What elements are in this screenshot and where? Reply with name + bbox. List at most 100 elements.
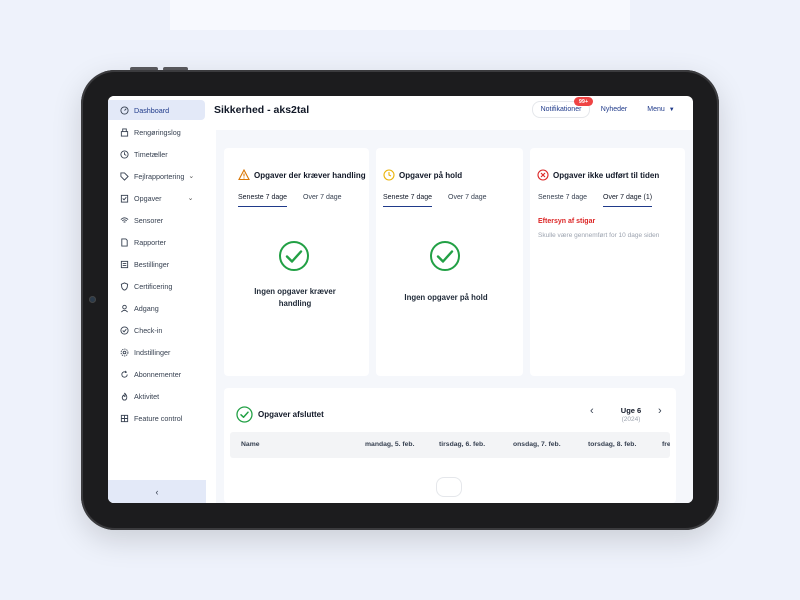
tab-last-7-days[interactable]: Seneste 7 dage — [238, 194, 288, 207]
sidebar-item-sensorer[interactable]: Sensorer — [108, 210, 205, 230]
list-icon — [120, 260, 129, 269]
menu-button[interactable]: Menu ▼ — [643, 101, 679, 118]
sidebar-item-label: Rengøringslog — [134, 127, 181, 137]
shield-icon — [120, 281, 129, 291]
table-header: Name mandag, 5. feb. tirsdag, 6. feb. on… — [230, 432, 670, 458]
empty-state-text: Ingen opgaver kræver handling — [254, 287, 336, 308]
card-tabs: Seneste 7 dage Over 7 dage — [383, 194, 503, 207]
check-circle-icon — [120, 325, 129, 335]
week-year: (2024) — [621, 416, 641, 423]
sidebar-item-label: Sensorer — [134, 215, 164, 225]
sidebar-item-label: Check-in — [134, 325, 163, 335]
tab-over-7-days[interactable]: Over 7 dage (1) — [603, 194, 653, 207]
card-on-hold: Opgaver på hold Seneste 7 dage Over 7 da… — [376, 148, 523, 376]
sidebar-item-fejlrapportering[interactable]: Fejlrapportering ⌄ — [108, 166, 205, 186]
overdue-task-subtitle: Skulle være gennemført for 10 dage siden — [538, 232, 660, 239]
column-header-wednesday: onsdag, 7. feb. — [513, 441, 561, 448]
sidebar-item-label: Fejlrapportering — [134, 171, 185, 181]
app-screen: Dashboard Rengøringslog Timetæller Fejlr… — [108, 96, 693, 503]
card-tabs: Seneste 7 dage Over 7 dage (1) — [538, 194, 668, 207]
sidebar-item-feature-control[interactable]: Feature control — [108, 408, 205, 428]
chevron-right-icon: › — [658, 405, 662, 417]
clock-icon — [383, 169, 395, 181]
card-tabs: Seneste 7 dage Over 7 dage — [238, 194, 358, 207]
sidebar-collapse-button[interactable]: ‹ — [108, 480, 206, 503]
column-header-tuesday: tirsdag, 6. feb. — [439, 441, 486, 448]
grid-icon — [120, 414, 129, 423]
sidebar: Dashboard Rengøringslog Timetæller Fejlr… — [108, 96, 206, 503]
dashboard-content: Opgaver der kræver handling Seneste 7 da… — [216, 130, 693, 503]
clipboard-icon — [120, 194, 129, 203]
column-header-friday: fre — [662, 441, 670, 448]
sidebar-item-label: Bestillinger — [134, 259, 170, 269]
card-title: Opgaver på hold — [383, 169, 462, 181]
card-action-required: Opgaver der kræver handling Seneste 7 da… — [224, 148, 369, 376]
menu-label: Menu — [647, 106, 665, 113]
check-circle-icon — [279, 241, 309, 271]
column-header-thursday: torsdag, 8. feb. — [588, 441, 637, 448]
refresh-icon — [120, 370, 129, 379]
column-header-monday: mandag, 5. feb. — [365, 441, 415, 448]
flame-icon — [120, 392, 129, 401]
sidebar-item-adgang[interactable]: Adgang — [108, 298, 205, 318]
sidebar-item-timetaeller[interactable]: Timetæller — [108, 144, 205, 164]
sidebar-item-indstillinger[interactable]: Indstillinger — [108, 342, 205, 362]
check-circle-icon — [430, 241, 460, 271]
page-title: Sikkerhed - aks2tal — [214, 104, 310, 116]
sidebar-item-bestillinger[interactable]: Bestillinger — [108, 254, 205, 274]
chevron-down-icon: ⌄ — [188, 173, 195, 180]
card-title: Opgaver ikke udført til tiden — [537, 169, 659, 181]
sidebar-item-label: Feature control — [134, 413, 183, 423]
broom-icon — [120, 127, 129, 137]
sidebar-item-label: Certificering — [134, 281, 173, 291]
news-button[interactable]: Nyheder — [596, 101, 632, 118]
sidebar-item-rapporter[interactable]: Rapporter — [108, 232, 205, 252]
check-circle-icon — [236, 406, 253, 423]
tab-over-7-days[interactable]: Over 7 dage — [448, 194, 487, 207]
sidebar-item-certificering[interactable]: Certificering — [108, 276, 205, 296]
sidebar-item-label: Indstillinger — [134, 347, 171, 357]
camera — [89, 296, 96, 303]
chevron-down-icon: ⌄ — [187, 195, 194, 202]
x-circle-icon — [537, 169, 549, 181]
card-title: Opgaver der kræver handling — [238, 169, 366, 181]
overdue-task-title[interactable]: Eftersyn af stigar — [538, 218, 595, 225]
news-label: Nyheder — [600, 106, 628, 113]
column-header-name: Name — [241, 441, 260, 448]
chevron-left-icon: ‹ — [590, 405, 594, 417]
week-label: Uge 6 — [620, 406, 642, 415]
sidebar-item-label: Timetæller — [134, 149, 168, 159]
caret-down-icon: ▼ — [668, 106, 675, 113]
notifications-badge: 99+ — [574, 97, 593, 106]
sidebar-item-label: Aktivitet — [134, 391, 160, 401]
sidebar-item-check-in[interactable]: Check-in — [108, 320, 205, 340]
gear-icon — [120, 348, 129, 357]
sidebar-item-label: Opgaver — [134, 193, 162, 203]
tab-last-7-days[interactable]: Seneste 7 dage — [383, 194, 433, 207]
sidebar-item-aktivitet[interactable]: Aktivitet — [108, 386, 205, 406]
top-strip — [170, 0, 630, 30]
sidebar-item-label: Dashboard — [134, 105, 170, 115]
dashboard-icon — [120, 105, 129, 115]
prev-week-button[interactable]: ‹ — [590, 405, 594, 417]
warning-icon — [238, 169, 250, 181]
card-title: Opgaver afsluttet — [236, 406, 324, 423]
sidebar-item-abonnementer[interactable]: Abonnementer — [108, 364, 205, 384]
wifi-icon — [120, 216, 129, 225]
clock-icon — [120, 149, 129, 159]
next-week-button[interactable]: › — [658, 405, 662, 417]
document-icon — [120, 237, 129, 247]
notifications-label: Notifikationer — [540, 106, 582, 113]
tag-icon — [120, 171, 129, 181]
sidebar-item-label: Rapporter — [134, 237, 166, 247]
user-icon — [120, 304, 129, 313]
floating-home-button[interactable] — [436, 477, 462, 497]
sidebar-item-rengoringslog[interactable]: Rengøringslog — [108, 122, 205, 142]
sidebar-item-label: Adgang — [134, 303, 159, 313]
card-overdue: Opgaver ikke udført til tiden Seneste 7 … — [530, 148, 685, 376]
sidebar-item-dashboard[interactable]: Dashboard — [108, 100, 205, 120]
tab-over-7-days[interactable]: Over 7 dage — [303, 194, 342, 207]
sidebar-item-opgaver[interactable]: Opgaver ⌄ — [108, 188, 205, 208]
sidebar-item-label: Abonnementer — [134, 369, 182, 379]
tab-last-7-days[interactable]: Seneste 7 dage — [538, 194, 587, 207]
